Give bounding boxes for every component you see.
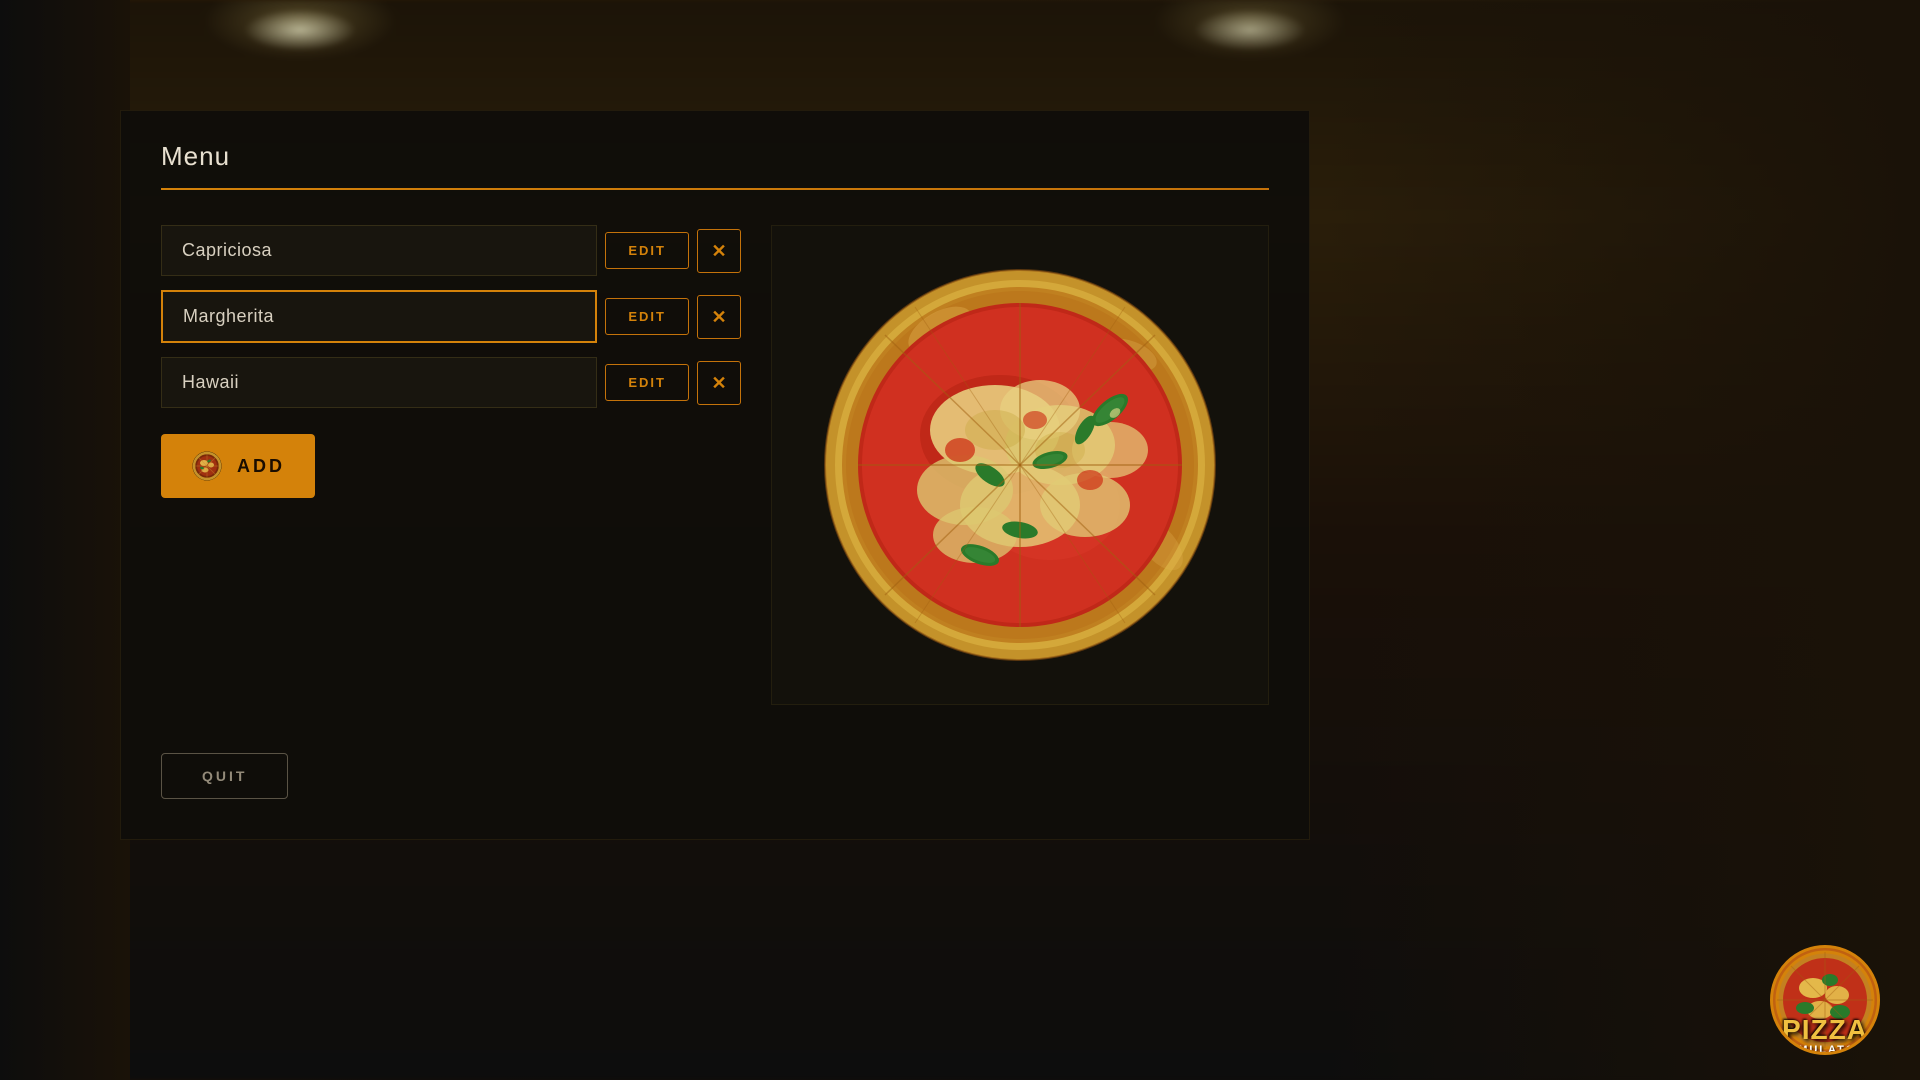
- edit-button-margherita[interactable]: EDIT: [605, 298, 689, 335]
- menu-item-name-capriciosa: Capriciosa: [161, 225, 597, 276]
- panel-content: Capriciosa EDIT ✕ Margherita EDIT ✕: [161, 225, 1269, 813]
- add-label: ADD: [237, 456, 285, 477]
- panel-title: Menu: [161, 141, 1269, 172]
- pizza-preview-section: [771, 225, 1269, 705]
- delete-button-hawaii[interactable]: ✕: [697, 361, 741, 405]
- menu-list-section: Capriciosa EDIT ✕ Margherita EDIT ✕: [161, 225, 741, 813]
- x-icon-hawaii: ✕: [711, 374, 726, 392]
- logo-pizza-image: PIZZA SIMULATOR: [1770, 945, 1880, 1055]
- logo-text: PIZZA SIMULATOR: [1782, 1016, 1868, 1055]
- main-panel: Menu Capriciosa EDIT ✕ Margherita EDIT: [120, 110, 1310, 840]
- pizza-svg: [820, 265, 1220, 665]
- menu-item-row-hawaii: Hawaii EDIT ✕: [161, 357, 741, 408]
- pizza-preview-image: [820, 265, 1220, 665]
- menu-item-row: Capriciosa EDIT ✕: [161, 225, 741, 276]
- game-logo: PIZZA SIMULATOR: [1770, 945, 1880, 1055]
- logo-pizza-word: PIZZA: [1782, 1016, 1868, 1044]
- logo-simulator-word: SIMULATOR: [1782, 1044, 1868, 1055]
- bg-right-wall: [1320, 0, 1920, 1080]
- delete-button-margherita[interactable]: ✕: [697, 295, 741, 339]
- quit-button[interactable]: QUIT: [161, 753, 288, 799]
- menu-item-name-margherita: Margherita: [161, 290, 597, 343]
- menu-item-name-hawaii: Hawaii: [161, 357, 597, 408]
- x-icon-capriciosa: ✕: [711, 242, 726, 260]
- menu-item-row-margherita: Margherita EDIT ✕: [161, 290, 741, 343]
- add-pizza-icon: [191, 450, 223, 482]
- edit-button-hawaii[interactable]: EDIT: [605, 364, 689, 401]
- title-divider: [161, 188, 1269, 190]
- edit-button-capriciosa[interactable]: EDIT: [605, 232, 689, 269]
- add-pizza-button[interactable]: ADD: [161, 434, 315, 498]
- x-icon-margherita: ✕: [711, 308, 726, 326]
- bg-left-wall: [0, 0, 130, 1080]
- delete-button-capriciosa[interactable]: ✕: [697, 229, 741, 273]
